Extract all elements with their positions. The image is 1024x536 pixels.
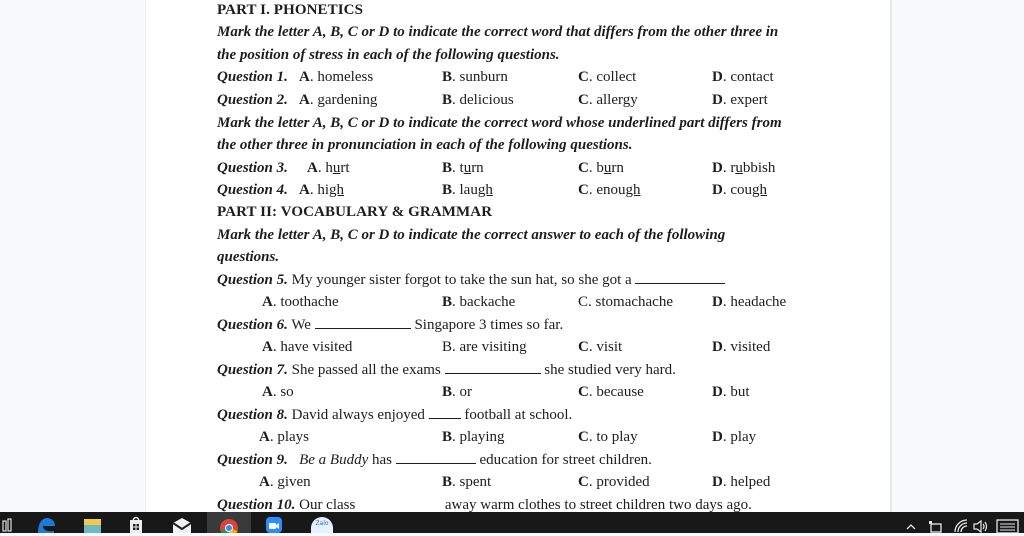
show-hidden-icons-icon[interactable] bbox=[905, 518, 917, 533]
option-b: B. are visiting bbox=[442, 339, 527, 355]
option-a: A. have visited bbox=[262, 339, 353, 355]
pdf-viewer: PART I. PHONETICS Mark the letter A, B, … bbox=[0, 0, 1024, 512]
instruction-2-line-2: the other three in pronunciation in each… bbox=[217, 137, 633, 153]
question-4: Question 4. A. high B. laugh C. enough D… bbox=[217, 179, 857, 201]
mail-icon[interactable] bbox=[166, 512, 198, 533]
taskbar: Zalo bbox=[0, 512, 1024, 534]
question-5-stem: Question 5. My younger sister forgot to … bbox=[217, 269, 726, 291]
instruction-3-line-1: Mark the letter A, B, C or D to indicate… bbox=[217, 227, 726, 243]
option-b: B. playing bbox=[442, 429, 505, 445]
part2-title: PART II: VOCABULARY & GRAMMAR bbox=[217, 204, 493, 220]
question-9-options: A. given B. spent C. provided D. helped bbox=[217, 471, 857, 493]
option-a: A. so bbox=[262, 384, 294, 400]
program-name: Be a Buddy bbox=[299, 452, 369, 468]
answer-blank bbox=[395, 449, 476, 464]
answer-blank bbox=[428, 404, 461, 419]
question-8-stem: Question 8. David always enjoyed footbal… bbox=[217, 404, 572, 426]
question-label: Question 4. bbox=[217, 182, 288, 198]
question-label: Question 6. bbox=[217, 317, 288, 333]
volume-icon[interactable] bbox=[972, 518, 990, 534]
question-7-stem: Question 7. She passed all the exams she… bbox=[217, 359, 676, 381]
question-1: Question 1. A. homeless B. sunburn C. co… bbox=[217, 66, 857, 88]
chrome-icon[interactable] bbox=[207, 512, 251, 533]
option-c: C. provided bbox=[578, 474, 650, 490]
part1-title: PART I. PHONETICS bbox=[217, 2, 364, 18]
question-10-stem: Question 10. Our class away warm clothes… bbox=[217, 497, 752, 512]
instruction-1-line-1: Mark the letter A, B, C or D to indicate… bbox=[217, 24, 779, 40]
option-a: A. homeless bbox=[299, 69, 374, 85]
option-d: D. visited bbox=[712, 339, 771, 355]
question-label: Question 5. bbox=[217, 272, 288, 288]
instruction-1-line-2: the position of stress in each of the fo… bbox=[217, 47, 560, 63]
network-device-icon[interactable] bbox=[927, 518, 943, 533]
instruction-3-line-2: questions. bbox=[217, 249, 280, 265]
answer-blank bbox=[444, 359, 541, 374]
question-label: Question 10. bbox=[217, 497, 296, 512]
option-b: B. turn bbox=[442, 160, 484, 176]
option-d: D. rubbish bbox=[712, 160, 776, 176]
option-c: C. enough bbox=[578, 182, 641, 198]
option-d: D. cough bbox=[712, 182, 768, 198]
question-6-options: A. have visited B. are visiting C. visit… bbox=[217, 336, 857, 358]
underlined-part: gh bbox=[329, 182, 345, 198]
option-a: A. toothache bbox=[262, 294, 339, 310]
document-page: PART I. PHONETICS Mark the letter A, B, … bbox=[145, 0, 892, 512]
underlined-part: gh bbox=[477, 182, 493, 198]
question-9-stem: Question 9. Be a Buddy has education for… bbox=[217, 449, 652, 471]
question-label: Question 1. bbox=[217, 69, 288, 85]
option-b: B. spent bbox=[442, 474, 492, 490]
instruction-2-line-1: Mark the letter A, B, C or D to indicate… bbox=[217, 115, 782, 131]
question-label: Question 9. bbox=[217, 452, 288, 468]
task-view-icon[interactable] bbox=[0, 512, 14, 533]
underlined-part: u bbox=[735, 160, 743, 176]
question-label: Question 8. bbox=[217, 407, 288, 423]
question-8-options: A. plays B. playing C. to play D. play bbox=[217, 426, 857, 448]
option-b: B. backache bbox=[442, 294, 516, 310]
answer-blank bbox=[314, 314, 411, 329]
question-label: Question 2. bbox=[217, 92, 288, 108]
option-c: C. to play bbox=[578, 429, 638, 445]
option-c: C. visit bbox=[578, 339, 623, 355]
option-d: D. play bbox=[712, 429, 757, 445]
option-b: B. delicious bbox=[442, 92, 514, 108]
file-explorer-icon[interactable] bbox=[76, 512, 108, 533]
option-c: C. burn bbox=[578, 160, 624, 176]
option-c: C. collect bbox=[578, 69, 637, 85]
option-b: B. laugh bbox=[442, 182, 493, 198]
option-d: D. expert bbox=[712, 92, 768, 108]
option-c: C. stomachache bbox=[578, 294, 673, 310]
keyboard-icon[interactable] bbox=[996, 518, 1020, 534]
underlined-part: gh bbox=[625, 182, 641, 198]
option-a: A. given bbox=[259, 474, 311, 490]
question-label: Question 3. bbox=[217, 160, 288, 176]
edge-icon[interactable] bbox=[30, 512, 62, 533]
zalo-icon[interactable]: Zalo bbox=[304, 512, 340, 533]
question-2: Question 2. A. gardening B. delicious C.… bbox=[217, 89, 857, 111]
option-a: A. gardening bbox=[299, 92, 378, 108]
question-label: Question 7. bbox=[217, 362, 288, 378]
option-c: C. because bbox=[578, 384, 644, 400]
zoom-icon[interactable] bbox=[258, 512, 290, 533]
question-5-options: A. toothache B. backache C. stomachache … bbox=[217, 291, 857, 313]
microsoft-store-icon[interactable] bbox=[120, 512, 152, 533]
option-d: D. but bbox=[712, 384, 750, 400]
option-a: A. hurt bbox=[307, 160, 350, 176]
option-d: D. contact bbox=[712, 69, 774, 85]
option-b: B. or bbox=[442, 384, 473, 400]
option-d: D. headache bbox=[712, 294, 787, 310]
question-6-stem: Question 6. We Singapore 3 times so far. bbox=[217, 314, 563, 336]
answer-blank bbox=[635, 269, 726, 284]
option-a: A. plays bbox=[259, 429, 310, 445]
underlined-part: gh bbox=[752, 182, 768, 198]
option-c: C. allergy bbox=[578, 92, 638, 108]
option-b: B. sunburn bbox=[442, 69, 508, 85]
wifi-icon[interactable] bbox=[953, 518, 969, 533]
option-d: D. helped bbox=[712, 474, 771, 490]
option-a: A. high bbox=[299, 182, 345, 198]
question-7-options: A. so B. or C. because D. but bbox=[217, 381, 857, 403]
question-3: Question 3. A. hurt B. turn C. burn D. r… bbox=[217, 157, 857, 179]
